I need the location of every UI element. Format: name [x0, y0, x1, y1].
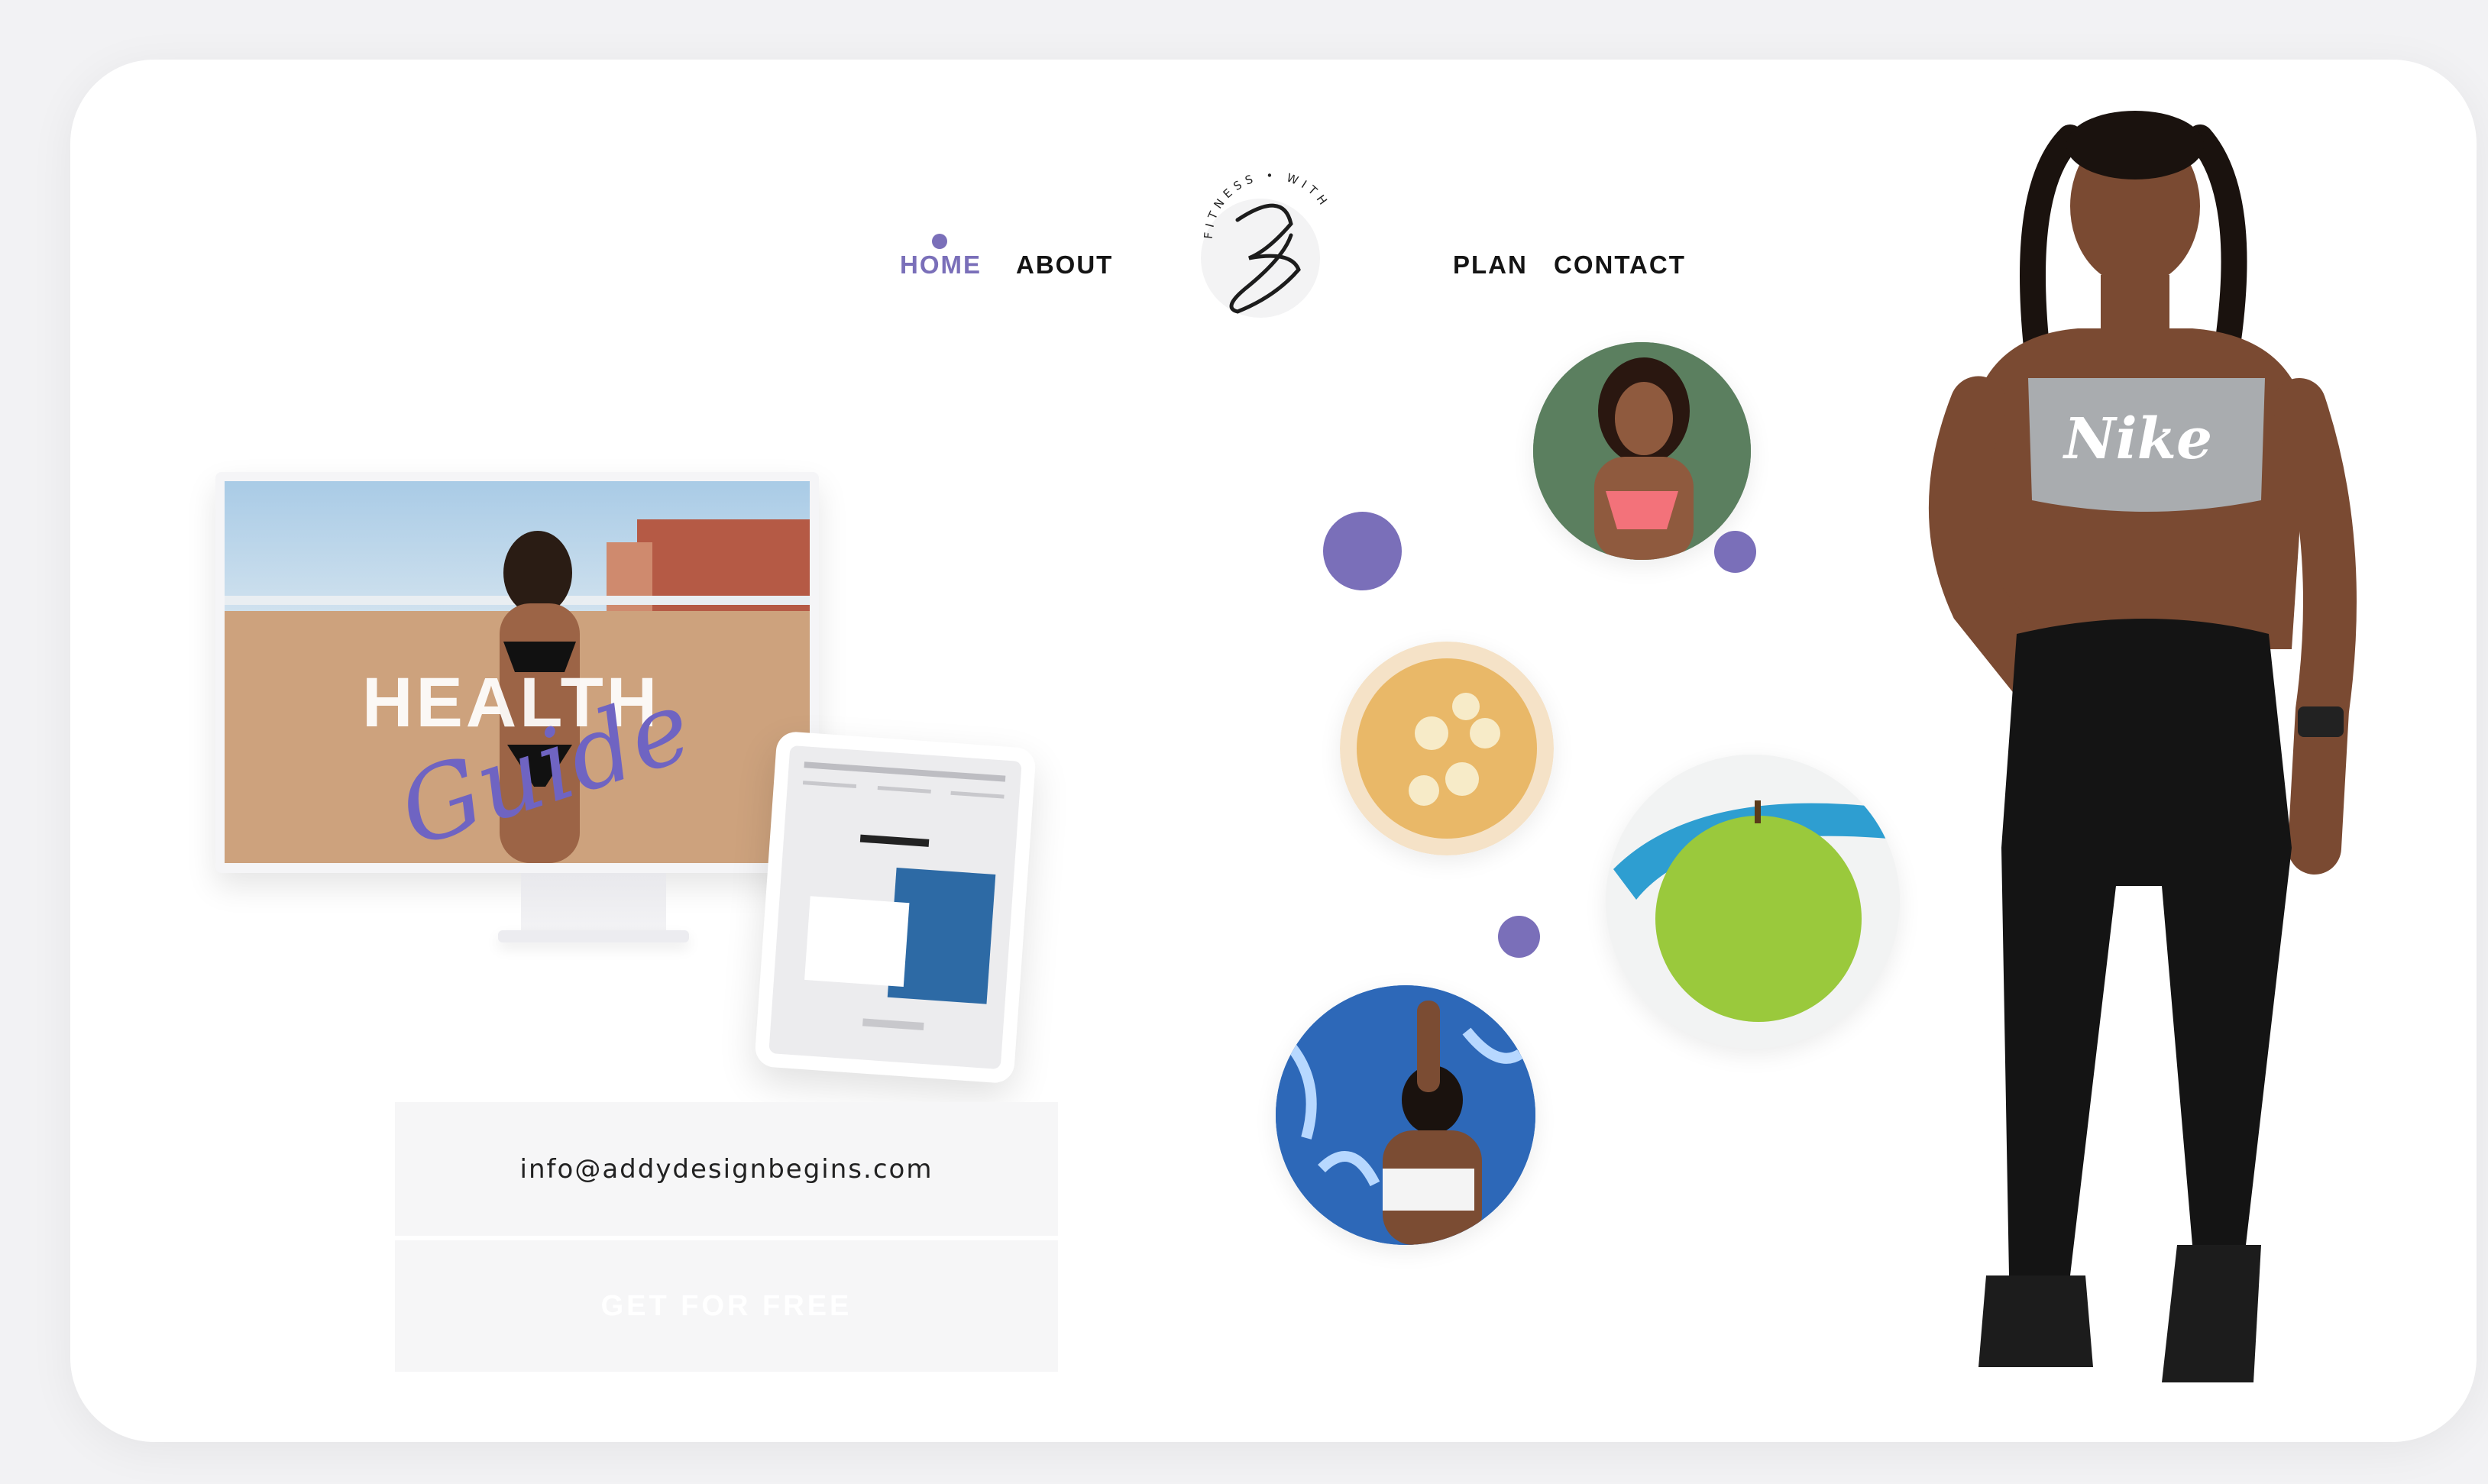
model-leggings	[2001, 619, 2292, 1275]
nav-contact[interactable]: CONTACT	[1554, 251, 1686, 280]
fitness-model-art: Nike	[1929, 111, 2357, 1382]
nav-plan[interactable]: PLAN	[1453, 251, 1528, 280]
model-right-shoe	[2162, 1245, 2261, 1382]
tablet-screen	[768, 745, 1022, 1070]
email-field[interactable]: info@addydesignbegins.com	[395, 1102, 1058, 1236]
photo-circle-food-bowl	[1340, 642, 1554, 855]
photo-circle-stretch	[1276, 985, 1535, 1245]
banana-slice	[1415, 716, 1448, 750]
tablet-text-line	[802, 781, 857, 789]
desktop-screen: HEALTH Guide	[225, 481, 810, 863]
fitness-model-image: Nike	[1864, 84, 2399, 1444]
tablet-text-line	[877, 786, 931, 794]
desktop-stand	[521, 873, 666, 936]
tablet-text-line	[804, 761, 1006, 782]
sports-bra-brand: Nike	[2063, 406, 2212, 472]
banana-slice	[1452, 693, 1480, 720]
desktop-mockup: HEALTH Guide	[215, 472, 819, 873]
tablet-button	[859, 834, 930, 847]
accent-dot-large	[1323, 512, 1402, 590]
stretch-photo-art	[1276, 985, 1535, 1245]
runner-sports-bra	[1606, 491, 1678, 529]
food-bowl-art	[1340, 642, 1554, 855]
athlete-arm	[1417, 1001, 1440, 1092]
tablet-text-line	[862, 1018, 924, 1030]
model-hair	[503, 531, 572, 615]
bowl-contents	[1357, 658, 1537, 839]
nav-about[interactable]: ABOUT	[1016, 251, 1113, 280]
nav-home[interactable]: HOME	[900, 251, 982, 280]
photo-circle-runner	[1533, 342, 1751, 560]
athlete-sports-bra	[1383, 1169, 1474, 1211]
tablet-quote-card	[804, 896, 910, 988]
model-right-arm	[2273, 378, 2357, 875]
runner-face	[1615, 382, 1673, 455]
banana-slice	[1409, 775, 1439, 806]
desktop-base	[498, 930, 689, 942]
fitness-logo-icon[interactable]: FITNESS • WITH	[1176, 144, 1367, 335]
tablet-text-line	[950, 790, 1005, 799]
tablet-screen-art	[802, 761, 1006, 1030]
tablet-mockup	[754, 730, 1037, 1085]
runner-photo-art	[1533, 342, 1751, 560]
banana-slice	[1445, 762, 1479, 796]
get-for-free-button[interactable]: GET FOR FREE	[395, 1240, 1058, 1372]
active-nav-indicator	[932, 234, 947, 249]
accent-dot-small	[1714, 531, 1756, 573]
model-hair	[2066, 111, 2204, 179]
model-watch	[2298, 706, 2344, 737]
apple-photo-art	[1606, 755, 1900, 1049]
logo-mark: FITNESS • WITH	[1201, 169, 1328, 318]
photo-circle-apple	[1606, 755, 1900, 1049]
accent-dot-small	[1498, 916, 1540, 958]
model-left-shoe	[1978, 1275, 2093, 1367]
apple-stem	[1755, 800, 1761, 823]
banana-slice	[1470, 718, 1500, 748]
page: HOME ABOUT FITNESS • WITH PLAN CONTACT H…	[0, 0, 2488, 1484]
green-apple	[1655, 816, 1862, 1022]
